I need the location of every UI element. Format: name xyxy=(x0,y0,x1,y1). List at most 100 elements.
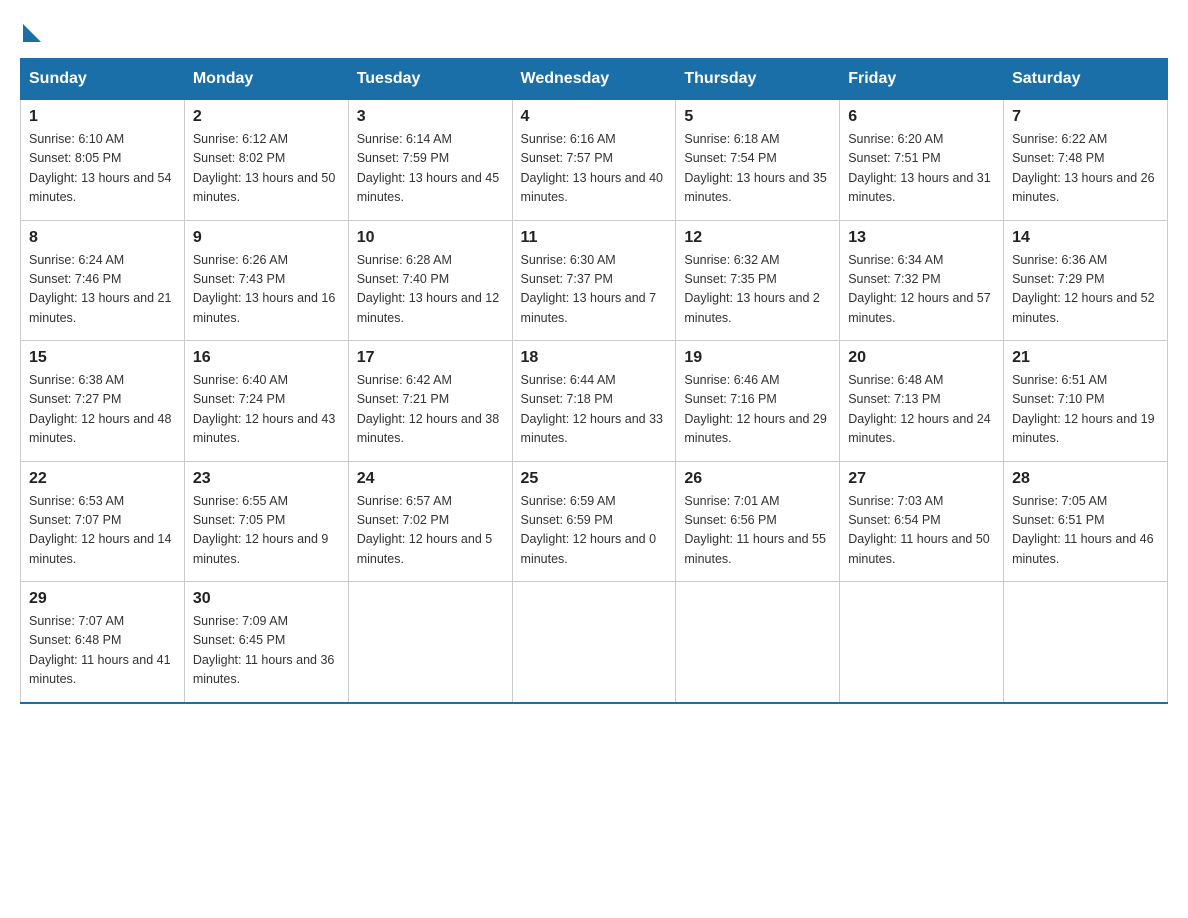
day-info: Sunrise: 6:16 AMSunset: 7:57 PMDaylight:… xyxy=(521,130,668,208)
header-tuesday: Tuesday xyxy=(348,59,512,99)
calendar-day-cell: 19 Sunrise: 6:46 AMSunset: 7:16 PMDayligh… xyxy=(676,341,840,462)
calendar-day-cell: 8 Sunrise: 6:24 AMSunset: 7:46 PMDaylight… xyxy=(21,220,185,341)
day-number: 22 xyxy=(29,470,176,488)
calendar-day-cell xyxy=(1004,582,1168,703)
header-wednesday: Wednesday xyxy=(512,59,676,99)
day-info: Sunrise: 6:34 AMSunset: 7:32 PMDaylight:… xyxy=(848,251,995,329)
day-info: Sunrise: 7:05 AMSunset: 6:51 PMDaylight:… xyxy=(1012,492,1159,570)
day-number: 2 xyxy=(193,108,340,126)
day-info: Sunrise: 6:51 AMSunset: 7:10 PMDaylight:… xyxy=(1012,371,1159,449)
calendar-week-row: 1 Sunrise: 6:10 AMSunset: 8:05 PMDaylight… xyxy=(21,99,1168,220)
calendar-day-cell xyxy=(348,582,512,703)
day-number: 30 xyxy=(193,590,340,608)
day-info: Sunrise: 6:38 AMSunset: 7:27 PMDaylight:… xyxy=(29,371,176,449)
day-info: Sunrise: 6:48 AMSunset: 7:13 PMDaylight:… xyxy=(848,371,995,449)
day-info: Sunrise: 7:09 AMSunset: 6:45 PMDaylight:… xyxy=(193,612,340,690)
calendar-day-cell: 14Sunrise: 6:36 AMSunset: 7:29 PMDayligh… xyxy=(1004,220,1168,341)
calendar-week-row: 8 Sunrise: 6:24 AMSunset: 7:46 PMDaylight… xyxy=(21,220,1168,341)
calendar-day-cell xyxy=(840,582,1004,703)
day-number: 21 xyxy=(1012,349,1159,367)
day-number: 17 xyxy=(357,349,504,367)
calendar-day-cell: 6 Sunrise: 6:20 AMSunset: 7:51 PMDaylight… xyxy=(840,99,1004,220)
day-number: 18 xyxy=(521,349,668,367)
calendar-day-cell: 1 Sunrise: 6:10 AMSunset: 8:05 PMDaylight… xyxy=(21,99,185,220)
day-info: Sunrise: 6:22 AMSunset: 7:48 PMDaylight:… xyxy=(1012,130,1159,208)
day-info: Sunrise: 7:07 AMSunset: 6:48 PMDaylight:… xyxy=(29,612,176,690)
day-info: Sunrise: 6:26 AMSunset: 7:43 PMDaylight:… xyxy=(193,251,340,329)
day-number: 8 xyxy=(29,229,176,247)
day-number: 16 xyxy=(193,349,340,367)
day-info: Sunrise: 6:14 AMSunset: 7:59 PMDaylight:… xyxy=(357,130,504,208)
calendar-day-cell: 5 Sunrise: 6:18 AMSunset: 7:54 PMDaylight… xyxy=(676,99,840,220)
header-friday: Friday xyxy=(840,59,1004,99)
day-number: 20 xyxy=(848,349,995,367)
calendar-day-cell: 29Sunrise: 7:07 AMSunset: 6:48 PMDayligh… xyxy=(21,582,185,703)
day-info: Sunrise: 6:30 AMSunset: 7:37 PMDaylight:… xyxy=(521,251,668,329)
day-number: 24 xyxy=(357,470,504,488)
day-info: Sunrise: 6:10 AMSunset: 8:05 PMDaylight:… xyxy=(29,130,176,208)
day-info: Sunrise: 6:44 AMSunset: 7:18 PMDaylight:… xyxy=(521,371,668,449)
logo xyxy=(20,20,41,38)
header-monday: Monday xyxy=(184,59,348,99)
calendar-day-cell: 16 Sunrise: 6:40 AMSunset: 7:24 PMDayligh… xyxy=(184,341,348,462)
day-number: 23 xyxy=(193,470,340,488)
calendar-day-cell: 2 Sunrise: 6:12 AMSunset: 8:02 PMDaylight… xyxy=(184,99,348,220)
calendar-day-cell: 9 Sunrise: 6:26 AMSunset: 7:43 PMDaylight… xyxy=(184,220,348,341)
page-header xyxy=(20,20,1168,38)
header-sunday: Sunday xyxy=(21,59,185,99)
day-info: Sunrise: 6:57 AMSunset: 7:02 PMDaylight:… xyxy=(357,492,504,570)
weekday-header-row: Sunday Monday Tuesday Wednesday Thursday… xyxy=(21,59,1168,99)
day-number: 15 xyxy=(29,349,176,367)
calendar-day-cell: 11Sunrise: 6:30 AMSunset: 7:37 PMDayligh… xyxy=(512,220,676,341)
day-number: 27 xyxy=(848,470,995,488)
day-info: Sunrise: 6:53 AMSunset: 7:07 PMDaylight:… xyxy=(29,492,176,570)
day-number: 26 xyxy=(684,470,831,488)
day-info: Sunrise: 6:24 AMSunset: 7:46 PMDaylight:… xyxy=(29,251,176,329)
calendar-day-cell: 22 Sunrise: 6:53 AMSunset: 7:07 PMDayligh… xyxy=(21,461,185,582)
calendar-week-row: 29Sunrise: 7:07 AMSunset: 6:48 PMDayligh… xyxy=(21,582,1168,703)
day-number: 9 xyxy=(193,229,340,247)
day-number: 1 xyxy=(29,108,176,126)
day-number: 12 xyxy=(684,229,831,247)
day-number: 3 xyxy=(357,108,504,126)
day-info: Sunrise: 7:03 AMSunset: 6:54 PMDaylight:… xyxy=(848,492,995,570)
calendar-day-cell: 13 Sunrise: 6:34 AMSunset: 7:32 PMDayligh… xyxy=(840,220,1004,341)
day-info: Sunrise: 6:36 AMSunset: 7:29 PMDaylight:… xyxy=(1012,251,1159,329)
calendar-day-cell xyxy=(676,582,840,703)
day-info: Sunrise: 6:12 AMSunset: 8:02 PMDaylight:… xyxy=(193,130,340,208)
calendar-day-cell: 26 Sunrise: 7:01 AMSunset: 6:56 PMDayligh… xyxy=(676,461,840,582)
calendar-day-cell: 20 Sunrise: 6:48 AMSunset: 7:13 PMDayligh… xyxy=(840,341,1004,462)
day-number: 13 xyxy=(848,229,995,247)
calendar-day-cell: 15 Sunrise: 6:38 AMSunset: 7:27 PMDayligh… xyxy=(21,341,185,462)
day-info: Sunrise: 6:59 AMSunset: 6:59 PMDaylight:… xyxy=(521,492,668,570)
day-number: 25 xyxy=(521,470,668,488)
calendar-day-cell: 7Sunrise: 6:22 AMSunset: 7:48 PMDaylight… xyxy=(1004,99,1168,220)
day-number: 6 xyxy=(848,108,995,126)
calendar-day-cell xyxy=(512,582,676,703)
calendar-day-cell: 30 Sunrise: 7:09 AMSunset: 6:45 PMDayligh… xyxy=(184,582,348,703)
calendar-day-cell: 10 Sunrise: 6:28 AMSunset: 7:40 PMDayligh… xyxy=(348,220,512,341)
day-info: Sunrise: 6:40 AMSunset: 7:24 PMDaylight:… xyxy=(193,371,340,449)
calendar-day-cell: 23Sunrise: 6:55 AMSunset: 7:05 PMDayligh… xyxy=(184,461,348,582)
calendar-day-cell: 4Sunrise: 6:16 AMSunset: 7:57 PMDaylight… xyxy=(512,99,676,220)
day-info: Sunrise: 6:20 AMSunset: 7:51 PMDaylight:… xyxy=(848,130,995,208)
day-number: 19 xyxy=(684,349,831,367)
calendar-table: Sunday Monday Tuesday Wednesday Thursday… xyxy=(20,58,1168,704)
day-info: Sunrise: 6:32 AMSunset: 7:35 PMDaylight:… xyxy=(684,251,831,329)
day-info: Sunrise: 7:01 AMSunset: 6:56 PMDaylight:… xyxy=(684,492,831,570)
day-info: Sunrise: 6:42 AMSunset: 7:21 PMDaylight:… xyxy=(357,371,504,449)
calendar-day-cell: 24 Sunrise: 6:57 AMSunset: 7:02 PMDayligh… xyxy=(348,461,512,582)
day-number: 5 xyxy=(684,108,831,126)
logo-arrow-icon xyxy=(23,24,41,42)
calendar-day-cell: 3 Sunrise: 6:14 AMSunset: 7:59 PMDaylight… xyxy=(348,99,512,220)
calendar-day-cell: 21 Sunrise: 6:51 AMSunset: 7:10 PMDayligh… xyxy=(1004,341,1168,462)
day-info: Sunrise: 6:18 AMSunset: 7:54 PMDaylight:… xyxy=(684,130,831,208)
day-number: 10 xyxy=(357,229,504,247)
day-info: Sunrise: 6:46 AMSunset: 7:16 PMDaylight:… xyxy=(684,371,831,449)
header-thursday: Thursday xyxy=(676,59,840,99)
day-info: Sunrise: 6:28 AMSunset: 7:40 PMDaylight:… xyxy=(357,251,504,329)
calendar-day-cell: 28Sunrise: 7:05 AMSunset: 6:51 PMDayligh… xyxy=(1004,461,1168,582)
calendar-day-cell: 18 Sunrise: 6:44 AMSunset: 7:18 PMDayligh… xyxy=(512,341,676,462)
header-saturday: Saturday xyxy=(1004,59,1168,99)
calendar-week-row: 22 Sunrise: 6:53 AMSunset: 7:07 PMDayligh… xyxy=(21,461,1168,582)
